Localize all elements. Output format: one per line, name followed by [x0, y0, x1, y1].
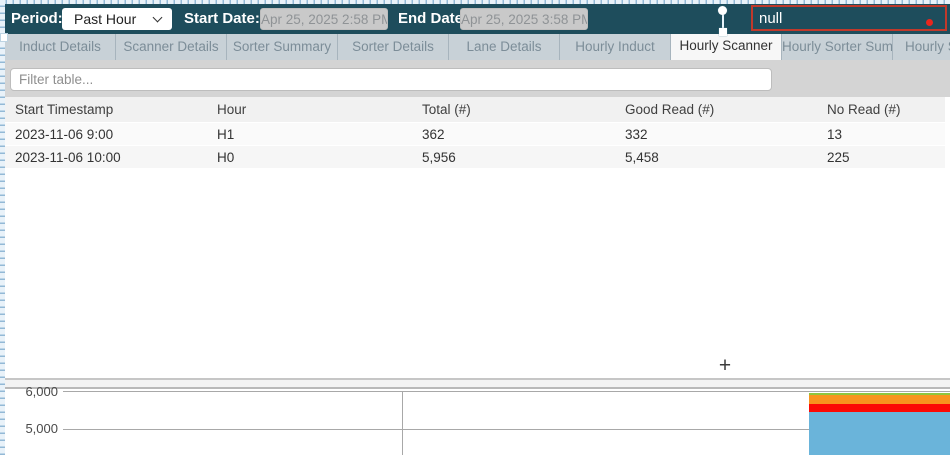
cell-no-read: 225 — [822, 150, 950, 165]
cell-total: 362 — [417, 127, 620, 142]
cell-start-timestamp: 2023-11-06 9:00 — [10, 127, 212, 142]
tab-bar: Induct Details Scanner Details Sorter Su… — [5, 34, 950, 60]
error-dot-icon — [926, 19, 933, 26]
stacked-bar — [809, 393, 950, 455]
cell-start-timestamp: 2023-11-06 10:00 — [10, 150, 212, 165]
bar-segment-red — [809, 404, 950, 413]
cell-total: 5,956 — [417, 150, 620, 165]
y-axis-tick-5000: 5,000 — [8, 421, 58, 437]
col-no-read[interactable]: No Read (#) — [822, 102, 950, 117]
filter-bar — [5, 60, 950, 97]
chevron-down-icon — [153, 13, 163, 23]
add-icon[interactable]: + — [712, 353, 738, 379]
end-date-label: End Date: — [398, 4, 468, 34]
col-good-read[interactable]: Good Read (#) — [620, 102, 822, 117]
selection-handle-square[interactable] — [719, 28, 727, 36]
col-start-timestamp[interactable]: Start Timestamp — [10, 102, 212, 117]
cell-good-read: 332 — [620, 127, 822, 142]
null-overlay[interactable]: null — [751, 5, 947, 31]
selection-handle-corner[interactable] — [0, 33, 8, 42]
table-header-row: Start Timestamp Hour Total (#) Good Read… — [5, 97, 950, 122]
end-date-input[interactable] — [460, 8, 588, 30]
filter-table-input[interactable] — [10, 68, 772, 91]
tab-hourly-sorter-summary[interactable]: Hourly Sorter Summar — [782, 34, 893, 60]
col-hour[interactable]: Hour — [212, 102, 417, 117]
tab-sorter-summary[interactable]: Sorter Summary — [227, 34, 338, 60]
chart-top-border — [5, 387, 950, 389]
period-select[interactable]: Past Hour — [62, 8, 172, 30]
gridline-6000 — [63, 391, 950, 392]
tab-hourly-scanner[interactable]: Hourly Scanner — [671, 34, 782, 60]
scrollbar-track[interactable] — [945, 97, 950, 378]
bar-segment-blue — [809, 412, 950, 455]
selection-handle-circle[interactable] — [718, 6, 727, 15]
cell-hour: H1 — [212, 127, 417, 142]
y-axis-tick-6000: 6,000 — [8, 384, 58, 400]
tab-induct-details[interactable]: Induct Details — [5, 34, 116, 60]
start-date-input[interactable] — [260, 8, 388, 30]
null-overlay-text: null — [759, 10, 782, 27]
tab-lane-details[interactable]: Lane Details — [449, 34, 560, 60]
tab-scanner-details[interactable]: Scanner Details — [116, 34, 227, 60]
cell-good-read: 5,458 — [620, 150, 822, 165]
period-label: Period: — [11, 4, 63, 34]
tab-hourly-sorter-details[interactable]: Hourly Sort — [893, 34, 950, 60]
cell-no-read: 13 — [822, 127, 950, 142]
tab-hourly-induct[interactable]: Hourly Induct — [560, 34, 671, 60]
widget-gap — [5, 380, 950, 387]
bar-segment-orange — [809, 395, 950, 404]
hourly-scanner-table: Start Timestamp Hour Total (#) Good Read… — [5, 97, 950, 378]
period-select-value: Past Hour — [74, 11, 136, 27]
cell-hour: H0 — [212, 150, 417, 165]
start-date-label: Start Date: — [184, 4, 260, 34]
table-row[interactable]: 2023-11-06 10:00 H0 5,956 5,458 225 — [5, 146, 950, 168]
col-total[interactable]: Total (#) — [417, 102, 620, 117]
tab-sorter-details[interactable]: Sorter Details — [338, 34, 449, 60]
category-divider-line — [402, 391, 403, 455]
table-row[interactable]: 2023-11-06 9:00 H1 362 332 13 — [5, 123, 950, 145]
